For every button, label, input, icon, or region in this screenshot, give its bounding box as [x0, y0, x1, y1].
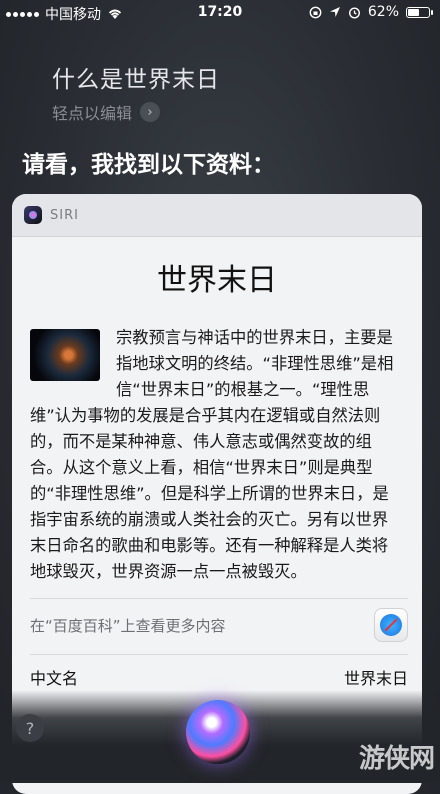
help-button[interactable]: ? [16, 714, 44, 742]
card-title: 世界末日 [157, 263, 277, 298]
more-link-row[interactable]: 在“百度百科”上查看更多内容 [30, 598, 408, 643]
info-label: 中文名 [30, 669, 79, 688]
safari-icon[interactable] [374, 608, 408, 642]
chevron-right-icon[interactable]: › [140, 102, 161, 122]
status-bar: 中国移动 17:20 62% [0, 0, 440, 26]
info-row: 中文名 世界末日 [30, 654, 408, 689]
battery-percent: 62% [367, 4, 399, 20]
alarm-icon [348, 6, 360, 19]
earth-destruction-image[interactable] [30, 329, 100, 381]
card-brand: SIRI [50, 207, 79, 223]
article-body: 宗教预言与神话中的世界末日，主要是指地球文明的终结。“非理性思维”是相信“世界末… [12, 325, 422, 585]
lock-rotation-icon [309, 6, 322, 18]
card-header: SIRI [12, 194, 422, 237]
siri-icon [24, 206, 42, 224]
more-link[interactable]: 在“百度百科”上查看更多内容 [30, 615, 226, 636]
siri-answer-intro: 请看，我找到以下资料： [22, 152, 275, 178]
location-icon [329, 7, 340, 17]
edit-hint-label: 轻点以编辑 [52, 104, 133, 123]
tap-to-edit[interactable]: 轻点以编辑 › [52, 100, 161, 124]
battery-icon [406, 6, 433, 18]
watermark-logo: 游侠网 [358, 744, 435, 774]
info-value: 世界末日 [343, 669, 408, 688]
siri-orb-button[interactable] [186, 700, 250, 764]
siri-query[interactable]: 什么是世界末日 [52, 60, 220, 94]
